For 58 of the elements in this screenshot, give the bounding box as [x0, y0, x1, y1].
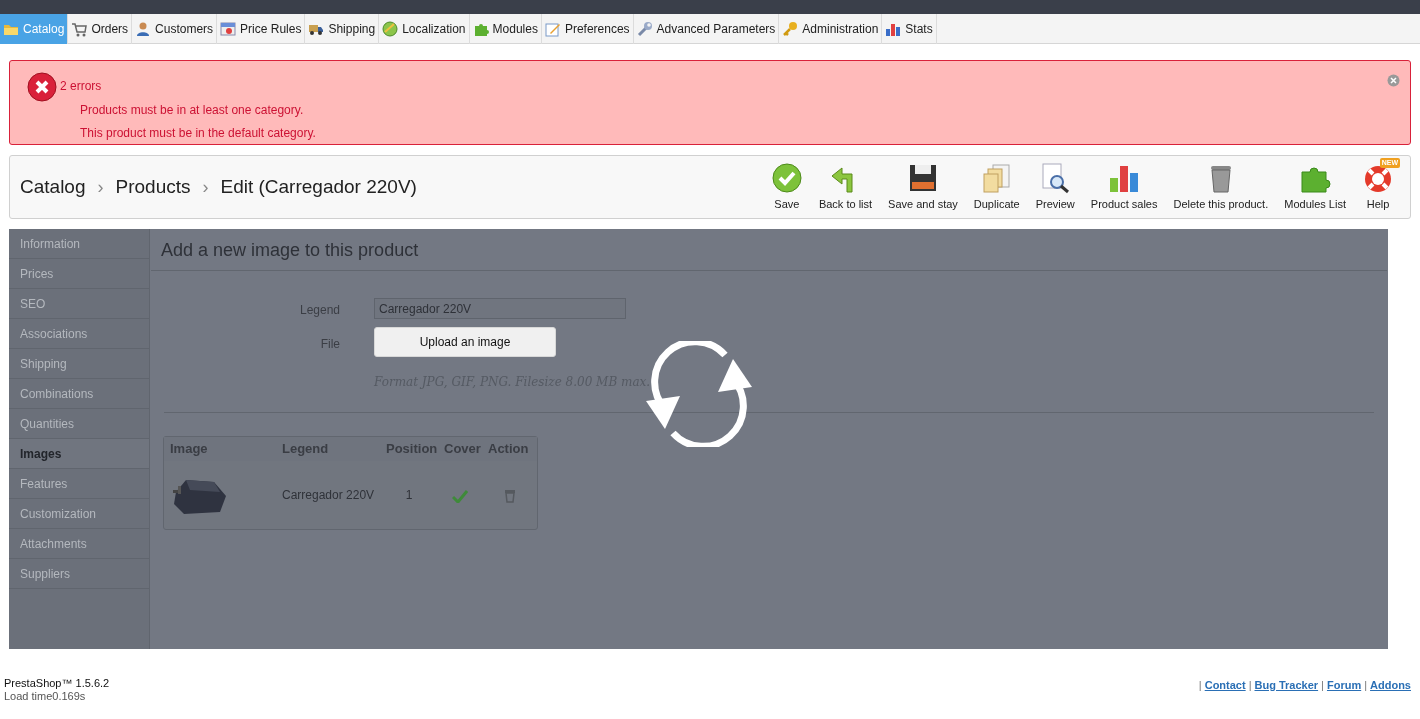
toolbar-button[interactable]: Save: [762, 161, 811, 212]
field-label: File: [320, 336, 340, 353]
check-icon: [770, 161, 803, 194]
error-message: Products must be in at least one category.: [80, 102, 305, 119]
cart-icon: [71, 21, 88, 37]
menu-tab[interactable]: Stats: [882, 14, 937, 44]
toolbar-button[interactable]: Back to list: [810, 161, 881, 212]
link-separator: |: [1248, 678, 1252, 693]
breadcrumb-separator: ›: [202, 175, 209, 199]
menu-tab[interactable]: Price Rules: [217, 14, 306, 44]
toolbar-button[interactable]: Product sales: [1082, 161, 1166, 212]
footer-link[interactable]: Addons: [1370, 677, 1411, 694]
magnifier-icon: [1039, 161, 1072, 194]
toolbar-button[interactable]: Preview: [1027, 161, 1083, 212]
version-text: PrestaShop™ 1.5.6.2: [4, 677, 110, 690]
pencil-icon: [544, 21, 561, 37]
field-label: Legend: [299, 302, 340, 319]
menu-tab[interactable]: Shipping: [305, 14, 380, 44]
link-separator: |: [1321, 678, 1324, 693]
breadcrumb-separator: ›: [97, 175, 104, 199]
toolbar-button[interactable]: Delete this product.: [1165, 161, 1277, 212]
documents-icon: [980, 161, 1013, 194]
puzzle-icon: [472, 21, 489, 37]
table-cell-text: Carregador 220V: [281, 487, 376, 504]
toolbar-button[interactable]: Modules List: [1276, 161, 1354, 212]
menu-tab[interactable]: Localization: [379, 14, 470, 44]
footer-link[interactable]: Forum: [1326, 677, 1362, 694]
breadcrumb-link[interactable]: Products: [115, 172, 191, 202]
menu-tab[interactable]: Modules: [469, 14, 542, 44]
page-title: Edit (Carregador 220V): [220, 174, 417, 199]
menu-tab[interactable]: Preferences: [541, 14, 634, 44]
key-icon: [782, 21, 799, 37]
toolbar-button[interactable]: Save and stay: [880, 161, 966, 212]
wrench-icon: [636, 21, 653, 37]
menu-tab[interactable]: Customers: [132, 14, 218, 44]
error-message: This product must be in the default category.: [80, 125, 316, 142]
link-separator: |: [1364, 678, 1368, 693]
upload-button[interactable]: Upload an image: [374, 327, 556, 357]
delete-icon[interactable]: [503, 488, 516, 503]
person-icon: [135, 21, 152, 37]
cover-check-icon[interactable]: [452, 488, 468, 503]
link-separator: |: [1198, 678, 1202, 693]
error-icon: [27, 72, 57, 102]
footer-link[interactable]: Contact: [1204, 677, 1246, 694]
price-tag-icon: [220, 21, 237, 37]
menu-tab[interactable]: Orders: [68, 14, 133, 44]
error-title: 2 errors: [60, 78, 102, 95]
globe-icon: [382, 21, 399, 37]
breadcrumb-link[interactable]: Catalog: [20, 172, 86, 202]
footer-link[interactable]: Bug Tracker: [1254, 677, 1319, 694]
menu-tab[interactable]: Administration: [779, 14, 883, 44]
toolbar-button[interactable]: Duplicate: [965, 161, 1028, 212]
panel-title: Add a new image to this product: [151, 229, 1387, 271]
close-icon[interactable]: [1387, 74, 1400, 87]
menu-tab[interactable]: Advanced Parameters: [633, 14, 780, 44]
table-cell-text: 1: [404, 487, 414, 504]
bar-chart-icon: [885, 21, 902, 37]
load-time-text: Load time0.169s: [4, 690, 87, 703]
